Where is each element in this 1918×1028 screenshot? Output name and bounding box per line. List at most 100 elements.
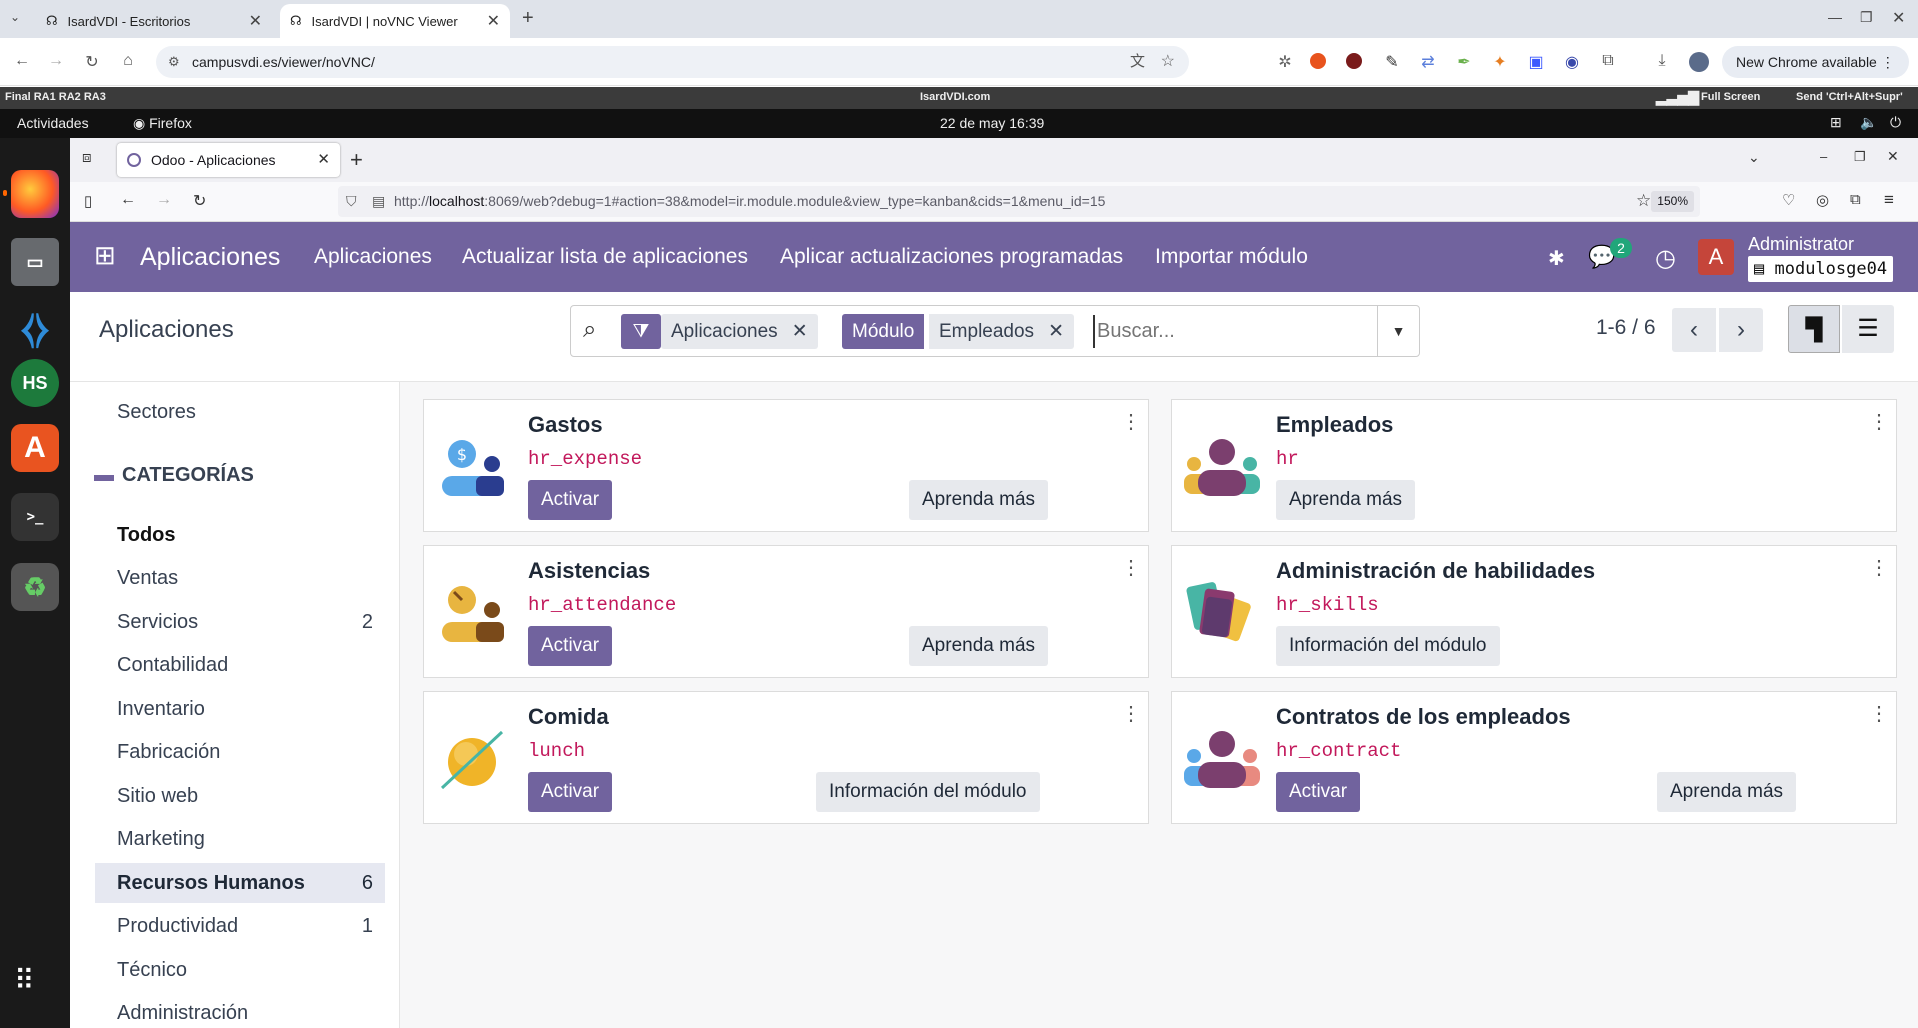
module-title[interactable]: Empleados xyxy=(1276,412,1393,438)
close-tab-icon[interactable]: ✕ xyxy=(487,11,500,31)
activate-button[interactable]: Activar xyxy=(528,772,613,812)
files-icon[interactable]: ▭ xyxy=(11,238,59,286)
learn-more-button[interactable]: Aprenda más xyxy=(909,626,1049,666)
pager-next-icon[interactable]: › xyxy=(1719,308,1763,352)
clock[interactable]: 22 de may 16:39 xyxy=(940,115,1044,131)
extension-gear-icon[interactable]: ✲ xyxy=(1275,52,1295,72)
sidebar-item-servicios[interactable]: Servicios 2 xyxy=(95,602,385,642)
minimize-icon[interactable]: — xyxy=(1828,9,1842,25)
search-icon[interactable]: ⌕ xyxy=(583,316,596,344)
minimize-icon[interactable]: – xyxy=(1820,149,1827,164)
new-tab-icon[interactable]: + xyxy=(522,7,534,30)
address-bar[interactable]: ⚙ campusvdi.es/viewer/noVNC/ 文 ☆ xyxy=(156,46,1189,78)
card-menu-icon[interactable]: ⋮ xyxy=(1869,704,1889,724)
zoom-indicator[interactable]: 150% xyxy=(1651,191,1694,212)
menu-aplicar-actualizaciones[interactable]: Aplicar actualizaciones programadas xyxy=(780,222,1123,292)
firefox-app-menu[interactable]: ◉ Firefox xyxy=(133,115,192,132)
extension-pen-icon[interactable]: ✒ xyxy=(1454,52,1474,72)
terminal-icon[interactable]: >_ xyxy=(11,493,59,541)
tab-search-icon[interactable]: ⌄ xyxy=(10,10,20,24)
sidebar-item-todos[interactable]: Todos xyxy=(95,515,385,555)
card-menu-icon[interactable]: ⋮ xyxy=(1869,558,1889,578)
activate-button[interactable]: Activar xyxy=(528,480,613,520)
module-title[interactable]: Administración de habilidades xyxy=(1276,558,1595,584)
site-info-icon[interactable]: ⚙ xyxy=(168,46,180,78)
extensions-puzzle-icon[interactable]: ⧉ xyxy=(1598,52,1618,70)
kanban-view-icon[interactable]: ▜ xyxy=(1788,305,1840,353)
vscode-icon[interactable]: ⧼⧽ xyxy=(11,304,59,352)
bookmark-star-icon[interactable]: ☆ xyxy=(1161,46,1175,78)
learn-more-button[interactable]: Aprenda más xyxy=(1276,480,1416,520)
home-icon[interactable]: ⌂ xyxy=(118,52,138,70)
profile-avatar[interactable] xyxy=(1689,52,1709,72)
show-apps-icon[interactable]: ⠿ xyxy=(14,967,37,995)
sidebar-item-administracion[interactable]: Administración xyxy=(95,993,385,1028)
apps-grid-icon[interactable]: ⊞ xyxy=(94,242,116,268)
extensions-icon[interactable]: ⧉ xyxy=(1850,191,1861,208)
firefox-icon[interactable] xyxy=(11,170,59,218)
extension-metamask-icon[interactable]: ✦ xyxy=(1490,52,1510,72)
pocket-icon[interactable]: ♡ xyxy=(1782,191,1795,209)
activate-button[interactable]: Activar xyxy=(1276,772,1361,812)
activate-button[interactable]: Activar xyxy=(528,626,613,666)
remove-facet-icon[interactable]: ✕ xyxy=(1048,314,1064,349)
new-chrome-available-button[interactable]: New Chrome available ⋮ xyxy=(1722,46,1909,78)
sidebar-item-inventario[interactable]: Inventario xyxy=(95,689,385,729)
sidebar-toggle-icon[interactable]: ▯ xyxy=(84,192,92,210)
extension-square-icon[interactable]: ▣ xyxy=(1526,52,1546,72)
list-tabs-icon[interactable]: ⌄ xyxy=(1748,149,1760,166)
send-ctrl-alt-del-button[interactable]: Send 'Ctrl+Alt+Supr' xyxy=(1796,91,1903,103)
downloads-icon[interactable]: ⤓ xyxy=(1652,52,1672,70)
close-window-icon[interactable]: ✕ xyxy=(1887,148,1899,165)
firefox-tab-odoo[interactable]: Odoo - Aplicaciones ✕ xyxy=(117,143,340,177)
back-icon[interactable]: ← xyxy=(12,52,32,70)
module-info-button[interactable]: Información del módulo xyxy=(1276,626,1500,666)
user-avatar[interactable]: A xyxy=(1698,239,1734,275)
trash-icon[interactable]: ♻ xyxy=(11,563,59,611)
module-title[interactable]: Asistencias xyxy=(528,558,650,584)
forward-icon[interactable]: → xyxy=(46,52,66,70)
account-icon[interactable]: ◎ xyxy=(1816,191,1829,209)
extension-eyedropper-icon[interactable]: ✎ xyxy=(1382,52,1402,72)
module-info-button[interactable]: Información del módulo xyxy=(816,772,1040,812)
restore-icon[interactable]: ❐ xyxy=(1860,9,1873,26)
shield-icon[interactable]: ⛉ xyxy=(346,186,357,217)
card-menu-icon[interactable]: ⋮ xyxy=(1121,704,1141,724)
menu-aplicaciones[interactable]: Aplicaciones xyxy=(314,222,432,292)
reload-icon[interactable]: ↻ xyxy=(193,191,206,211)
menu-importar-modulo[interactable]: Importar módulo xyxy=(1155,222,1308,292)
new-tab-icon[interactable]: + xyxy=(350,147,363,173)
reload-icon[interactable]: ↻ xyxy=(82,52,102,72)
module-title[interactable]: Gastos xyxy=(528,412,603,438)
pager-value[interactable]: 1-6 / 6 xyxy=(1596,316,1656,340)
card-menu-icon[interactable]: ⋮ xyxy=(1121,558,1141,578)
bookmark-star-icon[interactable]: ☆ xyxy=(1636,191,1651,211)
learn-more-button[interactable]: Aprenda más xyxy=(909,480,1049,520)
sidebar-item-recursos-humanos[interactable]: Recursos Humanos 6 xyxy=(95,863,385,903)
forward-icon[interactable]: → xyxy=(156,191,172,209)
app-brand[interactable]: Aplicaciones xyxy=(140,222,280,292)
fullscreen-button[interactable]: Full Screen xyxy=(1701,91,1760,103)
card-menu-icon[interactable]: ⋮ xyxy=(1869,412,1889,432)
learn-more-button[interactable]: Aprenda más xyxy=(1657,772,1797,812)
user-name[interactable]: Administrator xyxy=(1748,234,1854,255)
sidebar-item-fabricacion[interactable]: Fabricación xyxy=(95,732,385,772)
card-menu-icon[interactable]: ⋮ xyxy=(1121,412,1141,432)
close-tab-icon[interactable]: ✕ xyxy=(249,11,262,31)
menu-icon[interactable]: ≡ xyxy=(1884,190,1894,210)
activity-clock-icon[interactable]: ◷ xyxy=(1655,244,1676,273)
sidebar-item-contabilidad[interactable]: Contabilidad xyxy=(95,645,385,685)
close-tab-icon[interactable]: ✕ xyxy=(317,143,330,177)
sidebar-item-tecnico[interactable]: Técnico xyxy=(95,950,385,990)
restore-icon[interactable]: ❐ xyxy=(1854,149,1866,165)
power-icon[interactable]: ⏻ xyxy=(1890,114,1901,131)
extension-orange-icon[interactable] xyxy=(1310,53,1326,69)
software-center-icon[interactable]: A xyxy=(11,424,59,472)
pager-previous-icon[interactable]: ‹ xyxy=(1672,308,1716,352)
firefox-url-bar[interactable]: ⛉ ▤ http://localhost:8069/web?debug=1#ac… xyxy=(338,186,1700,217)
sidebar-item-sitio-web[interactable]: Sitio web xyxy=(95,776,385,816)
volume-icon[interactable]: 🔈 xyxy=(1860,114,1877,131)
extension-ublock-icon[interactable] xyxy=(1346,53,1362,69)
debug-bug-icon[interactable]: ✱ xyxy=(1548,246,1565,271)
activities-button[interactable]: Actividades xyxy=(17,115,89,131)
